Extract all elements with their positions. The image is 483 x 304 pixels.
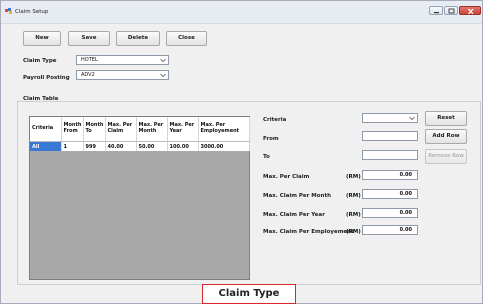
max-per-claim-label: Max. Per Claim: [263, 174, 310, 180]
from-label: From: [263, 136, 279, 142]
currency-unit: (RM): [346, 174, 361, 180]
claim-table-grid[interactable]: Criteria Month From Month To Max. Per Cl…: [29, 116, 250, 280]
max-claim-per-employment-label: Max. Claim Per Employement: [263, 229, 354, 235]
column-header[interactable]: Max. Per Month: [136, 117, 168, 142]
chevron-down-icon: [409, 116, 415, 121]
window-title: Claim Setup: [15, 9, 49, 15]
close-window-button[interactable]: [459, 6, 481, 15]
claim-type-value: HOTEL: [81, 57, 98, 63]
max-claim-per-month-input[interactable]: 0.00: [362, 189, 418, 199]
max-claim-per-month-label: Max. Claim Per Month: [263, 193, 332, 199]
max-claim-per-year-input[interactable]: 0.00: [362, 208, 418, 218]
minimize-button[interactable]: [429, 6, 443, 15]
remove-row-button[interactable]: Remove Row: [425, 149, 467, 164]
payroll-posting-value: ADV2: [81, 72, 95, 78]
claim-type-select[interactable]: HOTEL: [76, 55, 169, 65]
table-row[interactable]: All 1 999 40.00 50.00 100.00 3000.00: [30, 141, 250, 151]
caption-label: Claim Type: [202, 284, 296, 304]
table-cell[interactable]: 50.00: [136, 141, 168, 151]
from-input[interactable]: [362, 131, 418, 141]
chevron-down-icon: [160, 73, 166, 78]
table-cell[interactable]: 40.00: [105, 141, 137, 151]
maximize-icon: [448, 8, 455, 14]
currency-unit: (RM): [346, 229, 361, 235]
table-header-row: Criteria Month From Month To Max. Per Cl…: [30, 117, 250, 142]
to-input[interactable]: [362, 150, 418, 160]
column-header[interactable]: Max. Per Claim: [105, 117, 137, 142]
title-bar: Claim Setup: [1, 1, 482, 24]
currency-unit: (RM): [346, 193, 361, 199]
table-cell[interactable]: 3000.00: [198, 141, 250, 151]
minimize-icon: [434, 12, 439, 14]
close-button[interactable]: Close: [166, 31, 207, 46]
claim-setup-window: Claim Setup New Save Delete Close Claim …: [0, 0, 483, 304]
payroll-posting-label: Payroll Posting: [23, 75, 70, 81]
reset-button[interactable]: Reset: [425, 111, 467, 126]
table-cell[interactable]: All: [30, 141, 62, 151]
new-button[interactable]: New: [23, 31, 61, 46]
table-cell[interactable]: 1: [61, 141, 84, 151]
criteria-label: Criteria: [263, 117, 287, 123]
close-icon: [468, 8, 474, 15]
column-header[interactable]: Month To: [83, 117, 106, 142]
save-button[interactable]: Save: [68, 31, 110, 46]
column-header[interactable]: Month From: [61, 117, 84, 142]
column-header[interactable]: Max. Per Employement: [198, 117, 250, 142]
currency-unit: (RM): [346, 212, 361, 218]
max-per-claim-input[interactable]: 0.00: [362, 170, 418, 180]
column-header[interactable]: Max. Per Year: [167, 117, 199, 142]
claim-type-label: Claim Type: [23, 58, 57, 64]
to-label: To: [263, 154, 270, 160]
claim-table: Criteria Month From Month To Max. Per Cl…: [30, 117, 250, 151]
chevron-down-icon: [160, 58, 166, 63]
max-claim-per-employment-input[interactable]: 0.00: [362, 225, 418, 235]
table-cell[interactable]: 999: [83, 141, 106, 151]
delete-button[interactable]: Delete: [116, 31, 160, 46]
max-claim-per-year-label: Max. Claim Per Year: [263, 212, 325, 218]
criteria-select[interactable]: [362, 113, 418, 123]
app-icon: [5, 8, 12, 14]
payroll-posting-select[interactable]: ADV2: [76, 70, 169, 80]
table-cell[interactable]: 100.00: [167, 141, 199, 151]
maximize-button[interactable]: [444, 6, 458, 15]
column-header[interactable]: Criteria: [30, 117, 62, 142]
add-row-button[interactable]: Add Row: [425, 129, 467, 144]
